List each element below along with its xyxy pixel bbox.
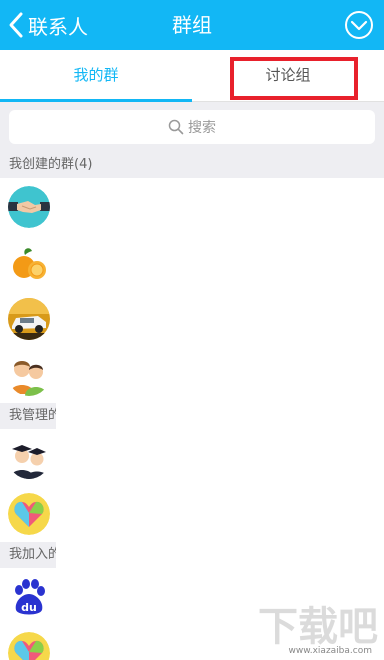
- people-avatar[interactable]: [8, 354, 50, 396]
- title-bar: 联系人 群组: [0, 0, 384, 50]
- svg-text:du: du: [21, 601, 37, 614]
- search-placeholder: 搜索: [188, 120, 216, 136]
- search-icon: [168, 119, 184, 135]
- baidu-paw-avatar[interactable]: du: [8, 576, 50, 618]
- handshake-avatar[interactable]: [8, 186, 50, 228]
- content-mask: [56, 180, 384, 660]
- chevron-left-icon: [9, 12, 23, 38]
- heart-avatar[interactable]: [8, 632, 50, 660]
- tab-discussion-groups[interactable]: 讨论组: [192, 50, 384, 102]
- tab-bar: 我的群 讨论组: [0, 50, 384, 102]
- svg-text:下载吧: 下载吧: [258, 604, 378, 650]
- search-input[interactable]: 搜索: [9, 110, 375, 144]
- car-avatar[interactable]: [8, 298, 50, 340]
- search-area: 搜索: [0, 102, 384, 152]
- back-label: 联系人: [28, 14, 88, 39]
- screen: 联系人 群组 我的群 讨论组 搜索 我创建的群(4) 我管理的 我加入的 du …: [0, 0, 384, 660]
- heart-avatar[interactable]: [8, 493, 50, 535]
- graduates-avatar[interactable]: [8, 437, 50, 479]
- back-button[interactable]: 联系人: [6, 8, 88, 42]
- watermark-text: www.xiazaiba.com: [288, 646, 372, 656]
- oranges-avatar[interactable]: [8, 242, 50, 284]
- chevron-down-circle-icon[interactable]: [344, 10, 374, 40]
- tab-my-groups[interactable]: 我的群: [0, 50, 192, 102]
- section-header-created: 我创建的群(4): [0, 152, 384, 178]
